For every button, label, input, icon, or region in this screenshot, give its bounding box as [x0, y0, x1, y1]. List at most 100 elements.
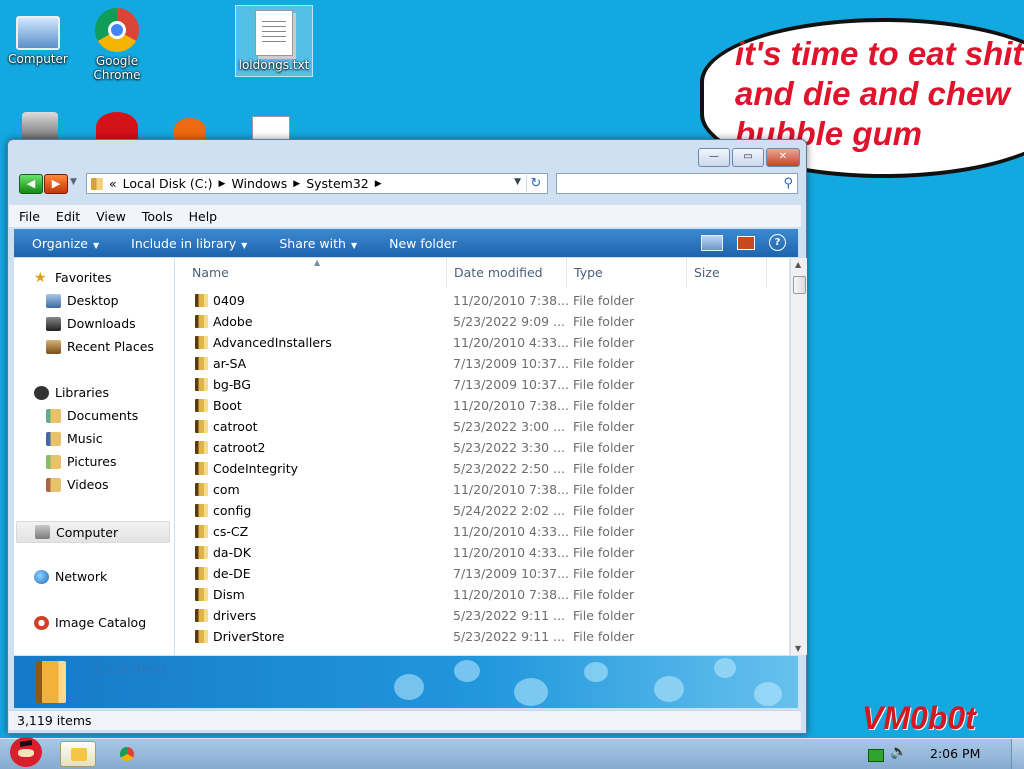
scroll-down-icon[interactable]: ▼ — [795, 644, 801, 653]
file-row[interactable]: bg-BG 7/13/2009 10:37... File folder — [175, 374, 789, 395]
vertical-scrollbar[interactable]: ▲ ▼ — [790, 258, 807, 655]
help-icon[interactable]: ? — [769, 234, 786, 251]
folder-icon — [195, 609, 208, 622]
menu-bar: File Edit View Tools Help — [9, 204, 801, 228]
nav-music[interactable]: Music — [46, 431, 103, 446]
start-button[interactable] — [4, 733, 48, 769]
menu-view[interactable]: View — [96, 209, 126, 224]
include-in-library-button[interactable]: Include in library ▼ — [131, 236, 247, 251]
menu-edit[interactable]: Edit — [56, 209, 80, 224]
breadcrumb-overflow[interactable]: « — [109, 176, 117, 191]
nav-documents[interactable]: Documents — [46, 408, 138, 423]
column-header-type[interactable]: Type — [567, 258, 687, 288]
scroll-up-icon[interactable]: ▲ — [795, 260, 801, 269]
file-type: File folder — [573, 440, 635, 455]
organize-button[interactable]: Organize ▼ — [32, 236, 99, 251]
minimize-button[interactable]: — — [698, 148, 730, 167]
back-button[interactable]: ◀ — [19, 174, 43, 194]
file-type: File folder — [573, 545, 635, 560]
taskbar-chrome[interactable] — [108, 741, 144, 767]
search-box[interactable]: ⚲ — [556, 173, 798, 194]
search-icon[interactable]: ⚲ — [783, 176, 793, 191]
file-row[interactable]: com 11/20/2010 7:38... File folder — [175, 479, 789, 500]
file-row[interactable]: 0409 11/20/2010 7:38... File folder — [175, 290, 789, 311]
show-desktop-button[interactable] — [1011, 739, 1024, 769]
preview-pane-icon[interactable] — [737, 235, 755, 250]
clock[interactable]: 2:06 PM — [930, 746, 980, 761]
file-row[interactable]: de-DE 7/13/2009 10:37... File folder — [175, 563, 789, 584]
volume-icon[interactable]: 🔊 — [890, 744, 907, 760]
file-row[interactable]: AdvancedInstallers 11/20/2010 4:33... File… — [175, 332, 789, 353]
breadcrumb-arrow-icon[interactable]: ▶ — [375, 179, 382, 189]
forward-button[interactable]: ▶ — [44, 174, 68, 194]
file-row[interactable]: drivers 5/23/2022 9:11 ... File folder — [175, 605, 789, 626]
image-catalog-icon — [34, 615, 49, 630]
recent-pages-dropdown[interactable]: ▼ — [70, 177, 77, 187]
menu-tools[interactable]: Tools — [142, 209, 173, 224]
change-view-icon[interactable] — [701, 234, 723, 251]
scroll-thumb[interactable] — [793, 276, 806, 294]
share-with-button[interactable]: Share with ▼ — [279, 236, 357, 251]
file-type: File folder — [573, 419, 635, 434]
breadcrumb-windows[interactable]: Windows — [231, 176, 287, 191]
maximize-button[interactable]: ▭ — [732, 148, 764, 167]
column-header-date[interactable]: Date modified — [447, 258, 567, 288]
file-date: 11/20/2010 4:33... — [453, 524, 570, 539]
opera-icon[interactable] — [96, 112, 138, 142]
taskbar-explorer[interactable] — [60, 741, 96, 767]
file-row[interactable]: DriverStore 5/23/2022 9:11 ... File folder — [175, 626, 789, 647]
nav-downloads[interactable]: Downloads — [46, 316, 136, 331]
file-row[interactable]: catroot2 5/23/2022 3:30 ... File folder — [175, 437, 789, 458]
organize-label: Organize — [32, 235, 88, 251]
file-row[interactable]: config 5/24/2022 2:02 ... File folder — [175, 500, 789, 521]
network-status-icon[interactable] — [868, 749, 884, 762]
explorer-window[interactable]: — ▭ ✕ ◀ ▶ ▼ « Local Disk (C:) ▶ Windows … — [7, 139, 807, 734]
breadcrumb-arrow-icon[interactable]: ▶ — [293, 179, 300, 189]
desktop-icon-computer[interactable]: Computer — [0, 8, 76, 66]
nav-libraries[interactable]: Libraries — [34, 385, 109, 400]
file-date: 5/23/2022 9:11 ... — [453, 629, 566, 644]
column-header-size[interactable]: Size — [687, 258, 767, 288]
desktop-icon — [46, 293, 61, 308]
nav-pictures[interactable]: Pictures — [46, 454, 117, 469]
new-folder-button[interactable]: New folder — [389, 236, 457, 251]
column-header-name[interactable]: Name ▲ — [175, 258, 447, 288]
folder-icon — [195, 420, 208, 433]
decor — [584, 662, 608, 682]
nav-desktop[interactable]: Desktop — [46, 293, 119, 308]
file-row[interactable]: ar-SA 7/13/2009 10:37... File folder — [175, 353, 789, 374]
desktop-icon-chrome[interactable]: Google Chrome — [79, 8, 155, 82]
nav-favorites[interactable]: ★ Favorites — [34, 270, 111, 285]
file-row[interactable]: da-DK 11/20/2010 4:33... File folder — [175, 542, 789, 563]
nav-videos[interactable]: Videos — [46, 477, 109, 492]
menu-file[interactable]: File — [19, 209, 40, 224]
file-row[interactable]: catroot 5/23/2022 3:00 ... File folder — [175, 416, 789, 437]
nav-network[interactable]: Network — [34, 569, 107, 584]
recent-places-icon — [46, 339, 61, 354]
file-row[interactable]: Boot 11/20/2010 7:38... File folder — [175, 395, 789, 416]
close-button[interactable]: ✕ — [766, 148, 800, 167]
breadcrumb-local-disk[interactable]: Local Disk (C:) — [123, 176, 213, 191]
recycle-bin-icon[interactable] — [22, 112, 58, 142]
nav-image-catalog[interactable]: Image Catalog — [34, 615, 146, 630]
file-type: File folder — [573, 524, 635, 539]
menu-help[interactable]: Help — [189, 209, 218, 224]
refresh-icon[interactable]: ↻ — [526, 175, 545, 192]
file-row[interactable]: Adobe 5/23/2022 9:09 ... File folder — [175, 311, 789, 332]
file-row[interactable]: Dism 11/20/2010 7:38... File folder — [175, 584, 789, 605]
nav-recent-places[interactable]: Recent Places — [46, 339, 154, 354]
breadcrumb-arrow-icon[interactable]: ▶ — [219, 179, 226, 189]
nav-computer[interactable]: Computer — [16, 521, 170, 543]
file-type: File folder — [573, 314, 635, 329]
file-name: ar-SA — [213, 356, 247, 371]
address-dropdown-icon[interactable]: ▼ — [514, 177, 521, 187]
address-bar[interactable]: « Local Disk (C:) ▶ Windows ▶ System32 ▶… — [86, 173, 548, 194]
nav-label: Desktop — [67, 293, 119, 308]
file-row[interactable]: CodeIntegrity 5/23/2022 2:50 ... File fold… — [175, 458, 789, 479]
start-orb-icon — [10, 737, 42, 767]
decor — [514, 678, 548, 706]
breadcrumb-system32[interactable]: System32 — [306, 176, 369, 191]
file-name: Dism — [213, 587, 245, 602]
file-row[interactable]: cs-CZ 11/20/2010 4:33... File folder — [175, 521, 789, 542]
desktop-icon-loldongs-txt[interactable]: loldongs.txt — [235, 5, 313, 77]
